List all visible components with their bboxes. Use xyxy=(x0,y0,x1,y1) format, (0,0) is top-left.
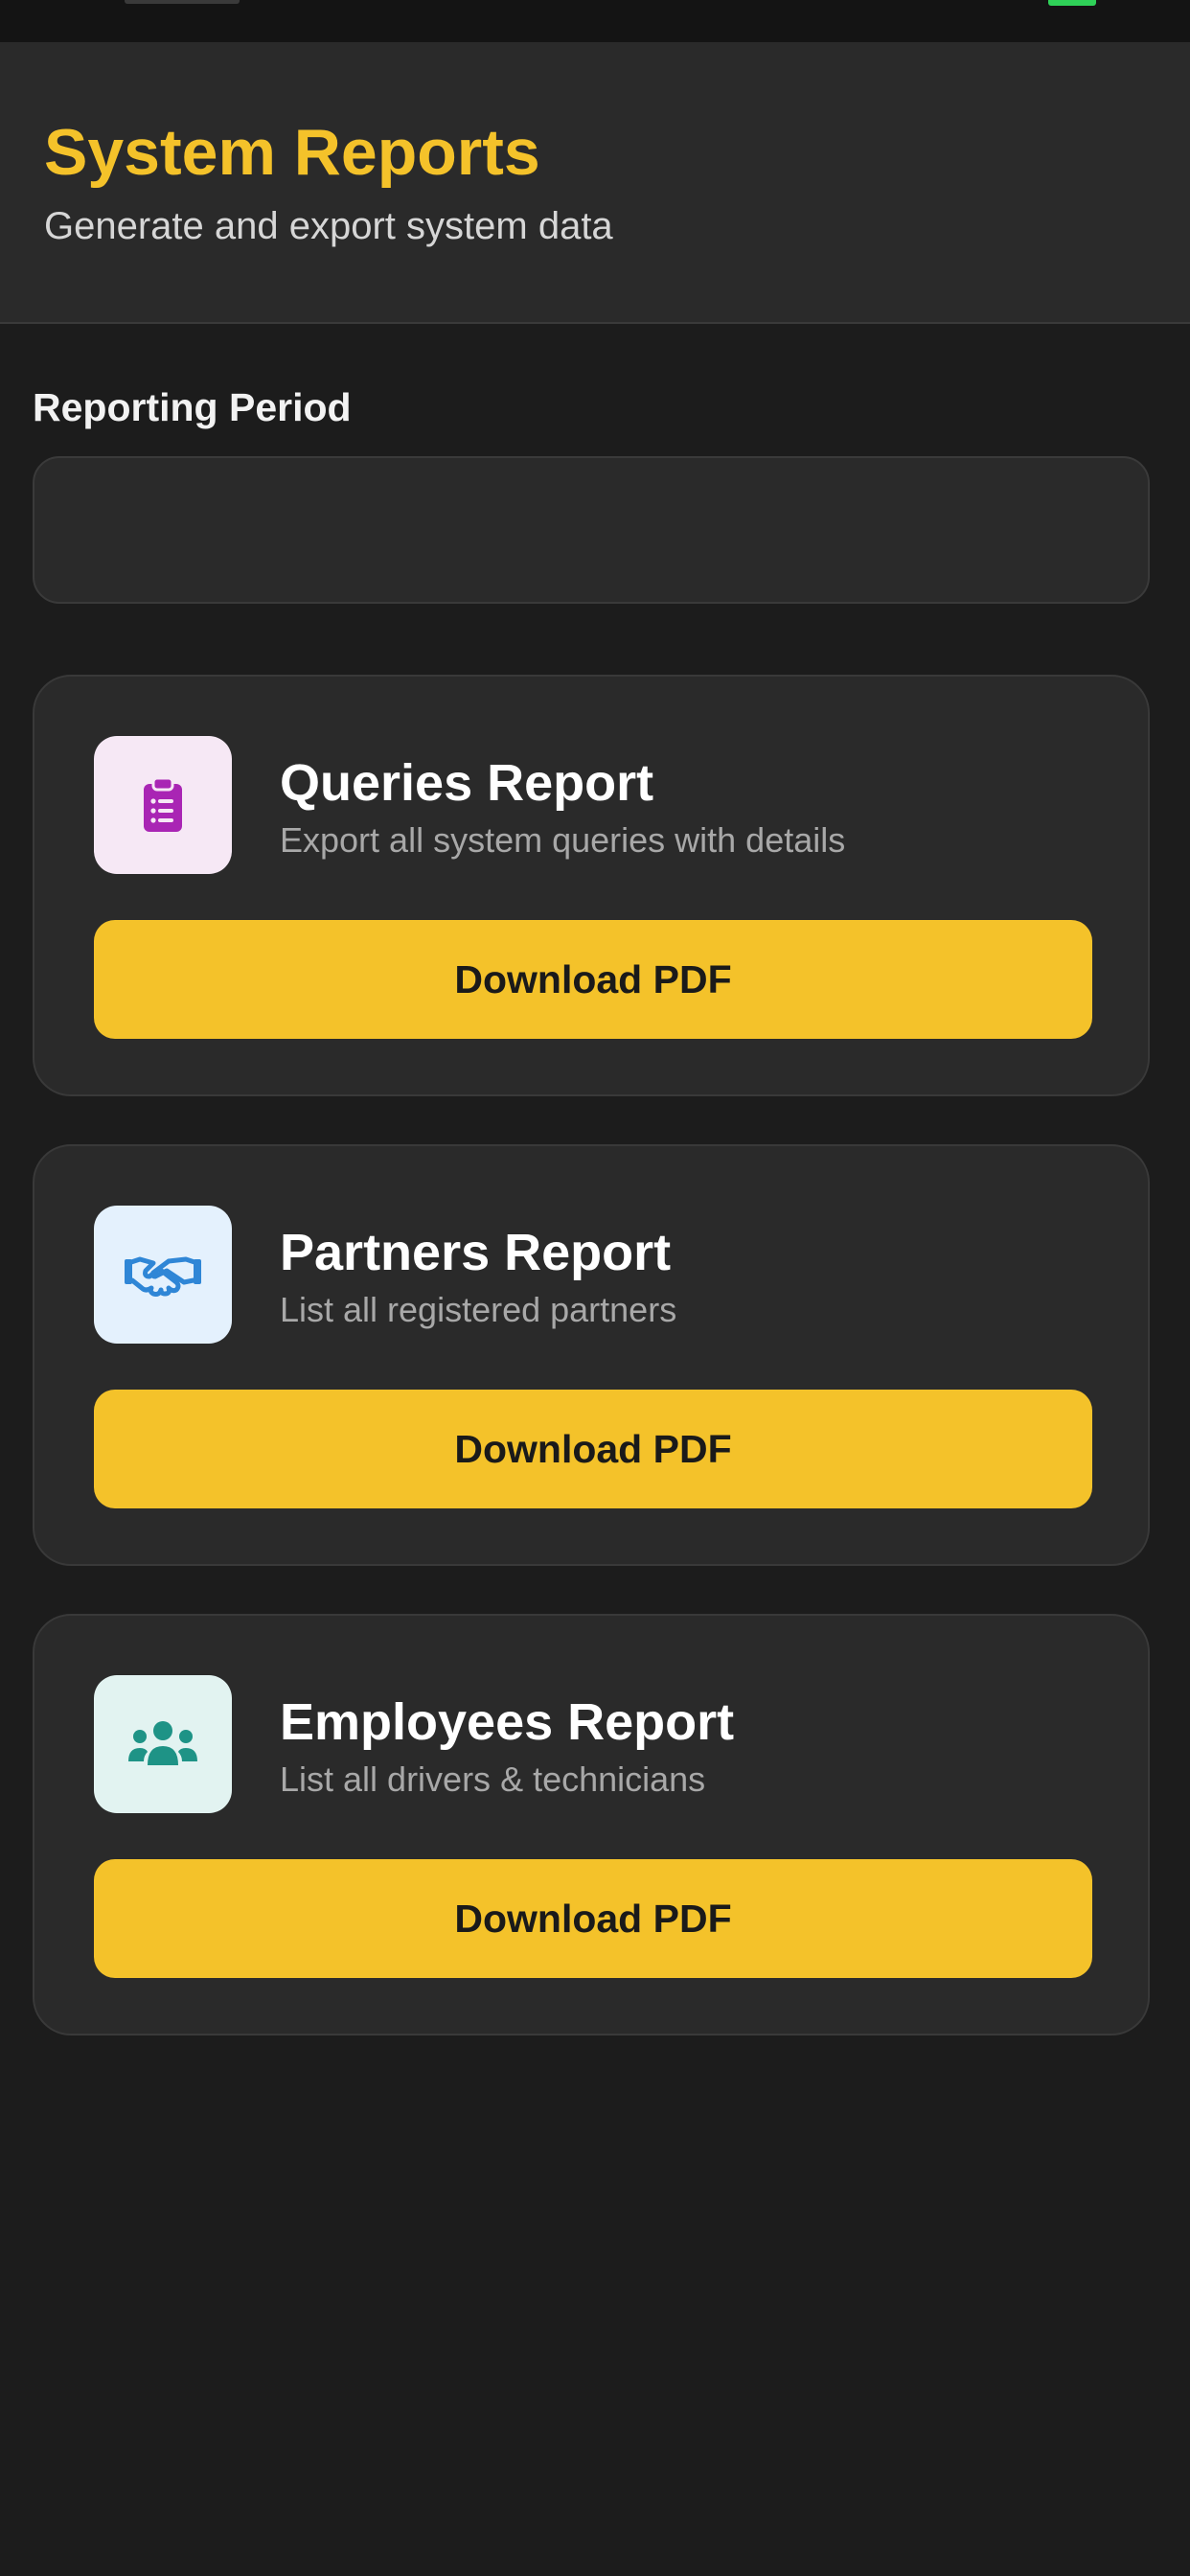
battery-icon xyxy=(1048,0,1096,6)
queries-report-card: Queries Report Export all system queries… xyxy=(33,675,1150,1096)
users-group-icon xyxy=(128,1721,197,1765)
queries-report-description: Export all system queries with details xyxy=(280,820,846,860)
partners-report-title: Partners Report xyxy=(280,1224,672,1281)
partners-report-description: List all registered partners xyxy=(280,1290,677,1329)
reporting-period-label: Reporting Period xyxy=(33,385,352,429)
page-title: System Reports xyxy=(44,116,540,189)
partners-report-icon-tile xyxy=(94,1206,232,1344)
reporting-period-field[interactable] xyxy=(33,456,1150,604)
page-subtitle: Generate and export system data xyxy=(44,205,613,247)
status-bar xyxy=(0,0,1190,42)
status-time xyxy=(125,0,240,4)
employees-report-card: Employees Report List all drivers & tech… xyxy=(33,1614,1150,2036)
employees-download-pdf-button[interactable]: Download PDF xyxy=(94,1859,1092,1978)
employees-report-icon-tile xyxy=(94,1675,232,1813)
clipboard-list-icon xyxy=(144,776,182,832)
partners-download-pdf-button[interactable]: Download PDF xyxy=(94,1390,1092,1508)
queries-report-icon-tile xyxy=(94,736,232,874)
handshake-icon xyxy=(125,1256,201,1297)
queries-download-pdf-button[interactable]: Download PDF xyxy=(94,920,1092,1039)
page-header: System Reports Generate and export syste… xyxy=(0,42,1190,324)
partners-report-card: Partners Report List all registered part… xyxy=(33,1144,1150,1566)
employees-report-title: Employees Report xyxy=(280,1693,735,1751)
queries-report-title: Queries Report xyxy=(280,754,654,812)
employees-report-description: List all drivers & technicians xyxy=(280,1760,706,1799)
